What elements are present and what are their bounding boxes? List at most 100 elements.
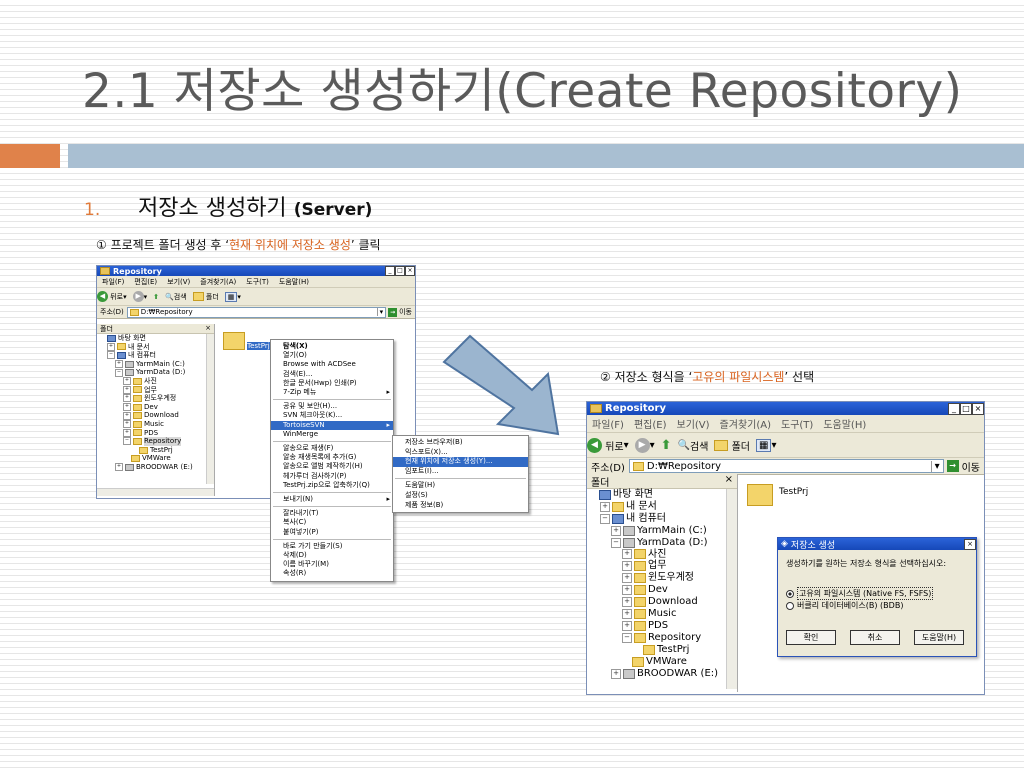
expander-icon[interactable]: +: [115, 360, 123, 369]
expander-icon[interactable]: +: [123, 411, 131, 420]
expander-icon[interactable]: −: [622, 632, 632, 643]
tree-item[interactable]: − Repository: [587, 632, 737, 644]
menu-item[interactable]: 편집(E): [629, 416, 672, 431]
tree-item[interactable]: + YarmMain (C:): [97, 360, 214, 369]
tree-item[interactable]: + PDS: [587, 620, 737, 632]
expander-icon[interactable]: +: [123, 420, 131, 429]
back-button[interactable]: ◀ 뒤로 ▾: [97, 291, 127, 302]
context-menu-item[interactable]: 보내기(N): [271, 495, 393, 504]
go-label[interactable]: 이동: [962, 459, 984, 474]
help-button[interactable]: 도움말(H): [914, 630, 964, 645]
up-folder-button[interactable]: ⬆: [153, 293, 159, 301]
tree-item[interactable]: + 업무: [97, 386, 214, 395]
option-bdb[interactable]: 버클리 데이터베이스(B) (BDB): [786, 600, 903, 611]
expander-icon[interactable]: +: [123, 394, 131, 403]
up-folder-button[interactable]: ⬆: [661, 438, 672, 453]
back-button[interactable]: ◀ 뒤로 ▾: [587, 437, 629, 453]
expander-icon[interactable]: [99, 335, 105, 341]
context-menu-item[interactable]: TestPrj.zip으로 압축하기(Q): [271, 481, 393, 490]
expander-icon[interactable]: +: [622, 609, 632, 620]
close-button[interactable]: ×: [405, 266, 415, 276]
context-menu-item[interactable]: 한글 문서(Hwp) 인쇄(P): [271, 379, 393, 388]
dropdown-arrow-icon[interactable]: ▾: [930, 460, 943, 472]
forward-button[interactable]: ▶ ▾: [132, 291, 147, 302]
tree-item[interactable]: − YarmData (D:): [97, 368, 214, 377]
tree-item[interactable]: VMWare: [587, 656, 737, 668]
expander-icon[interactable]: +: [123, 403, 131, 412]
expander-icon[interactable]: +: [611, 668, 621, 679]
expander-icon[interactable]: [131, 447, 137, 453]
tree-item[interactable]: − YarmData (D:): [587, 537, 737, 549]
expander-icon[interactable]: +: [622, 620, 632, 631]
context-menu-item[interactable]: SVN 체크아웃(K)...: [271, 411, 393, 420]
folders-button[interactable]: 폴더: [192, 292, 219, 302]
tree-item[interactable]: + Music: [587, 608, 737, 620]
menu-item[interactable]: 보기(V): [672, 416, 715, 431]
tree-item[interactable]: + 사진: [97, 377, 214, 386]
context-menu-item[interactable]: 알송으로 재생(F): [271, 444, 393, 453]
tree-item[interactable]: + BROODWAR (E:): [97, 463, 214, 472]
maximize-button[interactable]: □: [960, 402, 972, 415]
address-input[interactable]: D:₩Repository ▾: [126, 306, 387, 318]
expander-icon[interactable]: +: [123, 385, 131, 394]
tree-item[interactable]: + BROODWAR (E:): [587, 668, 737, 680]
minimize-button[interactable]: _: [385, 266, 395, 276]
context-menu-item[interactable]: 검색(E)...: [271, 370, 393, 379]
tree-item[interactable]: + Music: [97, 420, 214, 429]
menu-item[interactable]: 즐겨찾기(A): [715, 416, 776, 431]
expander-icon[interactable]: −: [600, 513, 610, 524]
expander-icon[interactable]: +: [622, 585, 632, 596]
file-item-testprj[interactable]: TestPrj: [223, 332, 270, 350]
radio-checked-icon[interactable]: [786, 589, 794, 598]
tree-item[interactable]: + 내 문서: [97, 343, 214, 352]
menu-item[interactable]: 파일(F): [587, 416, 629, 431]
expander-icon[interactable]: −: [115, 368, 123, 377]
expander-icon[interactable]: +: [622, 573, 632, 584]
address-input[interactable]: D:₩Repository ▾: [628, 459, 944, 473]
expander-icon[interactable]: +: [611, 525, 621, 536]
tree-item[interactable]: + YarmMain (C:): [587, 525, 737, 537]
menu-item[interactable]: 편집(E): [129, 277, 162, 287]
search-button[interactable]: 🔍 검색: [165, 292, 187, 302]
submenu-item[interactable]: 현재 위치에 저장소 생성(Y)...: [393, 457, 528, 467]
tree-item[interactable]: − Repository: [97, 437, 214, 446]
minimize-button[interactable]: _: [948, 402, 960, 415]
submenu-item[interactable]: 저장소 브라우저(B): [393, 438, 528, 448]
tree-item[interactable]: + Download: [97, 411, 214, 420]
tree-item[interactable]: + 사진: [587, 549, 737, 561]
menu-item[interactable]: 도움말(H): [818, 416, 871, 431]
menu-item[interactable]: 도구(T): [776, 416, 818, 431]
tree-item[interactable]: TestPrj: [97, 446, 214, 455]
context-menu-item[interactable]: 속성(R): [271, 569, 393, 578]
context-menu-item[interactable]: 열기(O): [271, 351, 393, 360]
cancel-button[interactable]: 취소: [850, 630, 900, 645]
menu-item[interactable]: 파일(F): [97, 277, 129, 287]
tree-item[interactable]: − 내 컴퓨터: [97, 351, 214, 360]
tree-item[interactable]: + Dev: [97, 403, 214, 412]
go-label[interactable]: 이동: [399, 307, 415, 317]
expander-icon[interactable]: +: [622, 597, 632, 608]
maximize-button[interactable]: □: [395, 266, 405, 276]
context-menu-item[interactable]: Browse with ACDSee: [271, 360, 393, 369]
context-menu-item[interactable]: 탐색(X): [271, 342, 393, 351]
tree-item[interactable]: 바탕 화면: [587, 489, 737, 501]
tree-item[interactable]: 바탕 화면: [97, 334, 214, 343]
expander-icon[interactable]: +: [107, 342, 115, 351]
folders-button[interactable]: 폴더: [714, 438, 750, 453]
expander-icon[interactable]: +: [600, 501, 610, 512]
submenu-item[interactable]: 설정(S): [393, 491, 528, 501]
option-native-fs[interactable]: 고유의 파일시스템 (Native FS, FSFS): [786, 587, 934, 600]
radio-unchecked-icon[interactable]: [786, 601, 794, 610]
pane-close-icon[interactable]: ×: [205, 324, 211, 333]
context-menu-item[interactable]: WinMerge: [271, 430, 393, 439]
dropdown-arrow-icon[interactable]: ▾: [376, 308, 386, 316]
menu-item[interactable]: 즐겨찾기(A): [195, 277, 241, 287]
context-menu-item[interactable]: 삭제(D): [271, 551, 393, 560]
tree-item[interactable]: + 내 문서: [587, 501, 737, 513]
menu-item[interactable]: 보기(V): [162, 277, 195, 287]
views-button[interactable]: ▦ ▾: [756, 438, 777, 452]
expander-icon[interactable]: −: [107, 351, 115, 360]
expander-icon[interactable]: −: [611, 537, 621, 548]
tree-item[interactable]: + 윈도우계정: [587, 572, 737, 584]
close-button[interactable]: ×: [972, 402, 984, 415]
